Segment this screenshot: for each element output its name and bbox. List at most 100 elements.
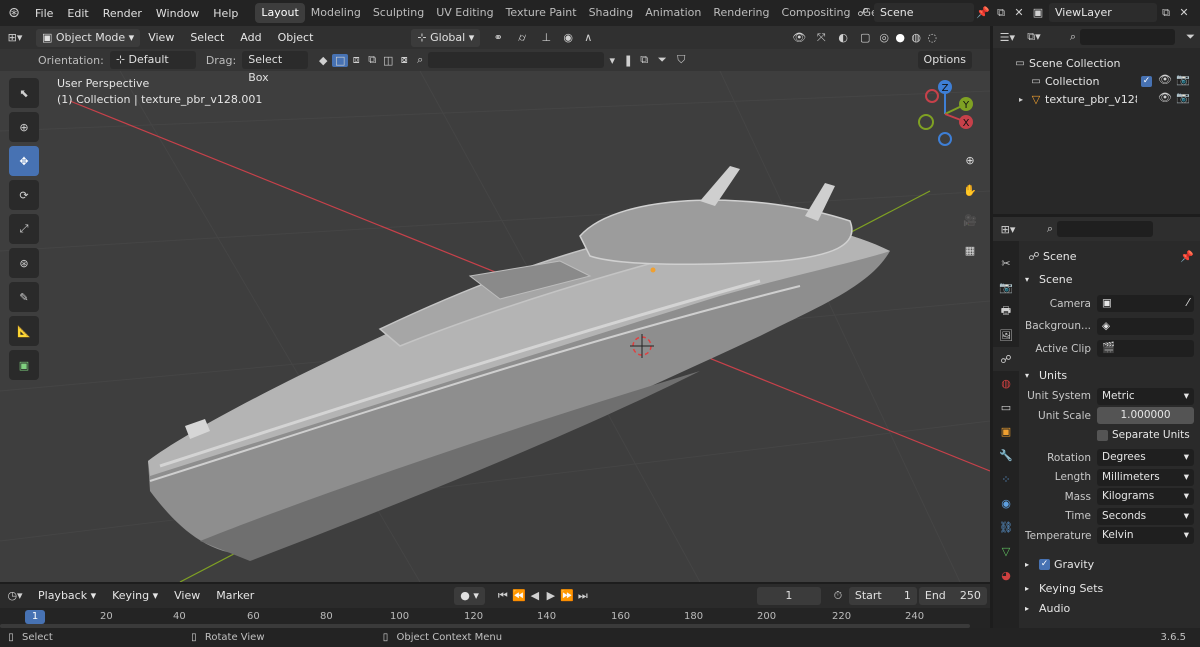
menu-render[interactable]: Render [96,7,149,20]
modifier-tab-icon[interactable]: 🔧 [993,443,1019,467]
viewlayer-icon[interactable]: ▣ [1027,6,1049,19]
transform-orientation[interactable]: ⊹ Global ▾ [411,28,481,47]
rendered-shading-icon[interactable]: ◌ [924,31,940,44]
filter-icon[interactable]: ⏷ [1181,30,1200,44]
new-viewlayer-icon[interactable]: ⧉ [1157,6,1175,20]
cursor-tool-button[interactable]: ⊕ [9,112,39,142]
menu-marker[interactable]: Marker [208,589,262,602]
menu-playback[interactable]: Playback ▾ [30,589,104,602]
tab-sculpting[interactable]: Sculpting [367,3,430,23]
menu-edit[interactable]: Edit [60,7,95,20]
menu-select[interactable]: Select [182,31,232,44]
menu-view[interactable]: View [140,31,182,44]
blender-logo-icon[interactable]: ⊛ [0,5,28,21]
start-frame-field[interactable]: Start 1 [848,586,917,605]
tab-rendering[interactable]: Rendering [707,3,775,23]
snap-icon[interactable]: ⌭ [510,31,534,45]
select-extend-icon[interactable]: ⧈ [348,53,364,67]
select-tool-button[interactable]: ⬉ [9,78,39,108]
camera-render-icon[interactable]: 📷 [1176,73,1190,86]
world-tab-icon[interactable]: ◍ [993,371,1019,395]
shield-icon[interactable]: ⛉ [672,53,690,67]
eye-icon[interactable]: 👁 [1158,73,1172,86]
scene-panel-header[interactable]: ▾ Scene [1025,269,1194,291]
collection-tab-icon[interactable]: ▭ [993,395,1019,419]
time-dropdown[interactable]: Seconds ▾ [1097,507,1194,525]
unit-system-dropdown[interactable]: Metric ▾ [1097,387,1194,405]
bookmark-icon[interactable]: ❚ [620,54,636,67]
rotate-tool-button[interactable]: ⟳ [9,180,39,210]
new-scene-icon[interactable]: ⧉ [992,6,1010,20]
frame-ruler[interactable]: 1 20 40 60 80 100 120 140 160 180 200 22… [0,608,990,628]
snap-target-icon[interactable]: ⊥ [534,31,558,44]
solid-shading-icon[interactable]: ● [892,31,908,44]
gravity-panel-header[interactable]: ▸ ✓ Gravity [1025,554,1194,576]
background-field[interactable]: ◈ [1097,317,1194,335]
overlay-icon[interactable]: ◐ [832,31,854,44]
unit-scale-field[interactable]: 1.000000 [1097,407,1194,425]
end-frame-field[interactable]: End 250 [918,586,987,605]
options-dropdown[interactable]: Options [917,51,972,69]
material-shading-icon[interactable]: ◍ [908,31,924,44]
scene-tab-icon[interactable]: ☍ [993,347,1019,371]
menu-keying[interactable]: Keying ▾ [104,589,166,602]
collection-include-checkbox[interactable]: ✓ [1141,76,1152,87]
display-mode-icon[interactable]: ⧉▾ [1022,30,1047,44]
length-dropdown[interactable]: Millimeters ▾ [1097,468,1194,486]
pin-icon[interactable]: 📌 [974,6,992,19]
outliner-row-object[interactable]: ▸ ▽ texture_pbr_v128.0( 👁 📷 [993,90,1200,108]
editor-type-icon[interactable]: ◷▾ [0,589,30,602]
select-new-icon[interactable]: □ [332,53,349,67]
auto-key-button[interactable]: ● ▾ [454,586,485,605]
material-tab-icon[interactable]: ◕ [993,563,1019,587]
physics-tab-icon[interactable]: ◉ [993,491,1019,515]
jump-end-icon[interactable]: ⏭ [575,589,591,603]
select-intersect-icon[interactable]: ⧇ [396,53,412,67]
properties-search-input[interactable] [1057,221,1153,237]
keying-sets-panel-header[interactable]: ▸ Keying Sets [1025,578,1194,600]
menu-object[interactable]: Object [270,31,322,44]
menu-file[interactable]: File [28,7,60,20]
select-invert-icon[interactable]: ◫ [380,54,396,67]
add-cube-tool-button[interactable]: ▣ [9,350,39,380]
annotate-tool-button[interactable]: ✎ [9,282,39,312]
camera-field[interactable]: ▣ ⁄ [1097,295,1194,313]
select-subtract-icon[interactable]: ⧉ [364,53,380,67]
tab-compositing[interactable]: Compositing [776,3,857,23]
gravity-checkbox[interactable]: ✓ [1039,559,1050,570]
units-panel-header[interactable]: ▾ Units [1025,365,1194,387]
tab-animation[interactable]: Animation [639,3,707,23]
drag-dropdown[interactable]: Select Box [242,51,309,84]
falloff-icon[interactable]: ∧ [578,31,598,44]
render-tab-icon[interactable]: 📷 [993,275,1019,299]
filter-icon[interactable]: ⏷ [652,53,672,67]
editor-type-icon[interactable]: ⊞▾ [0,31,30,44]
menu-view[interactable]: View [166,589,208,602]
move-tool-button[interactable]: ✥ [9,146,39,176]
tab-modeling[interactable]: Modeling [305,3,367,23]
stopwatch-icon[interactable]: ⏱ [827,589,849,603]
scene-icon[interactable]: ☍ [852,6,874,19]
transform-tool-button[interactable]: ⊛ [9,248,39,278]
proportional-edit-icon[interactable]: ◉ [558,31,578,44]
scene-selector[interactable]: Scene [874,3,974,22]
zoom-button[interactable]: ⊕ [958,148,982,172]
3d-viewport[interactable]: ⊞▾ ▣ Object Mode ▾ View Select Add Objec… [0,26,990,582]
expand-arrow-icon[interactable]: ▸ [1015,95,1027,104]
play-reverse-icon[interactable]: ◀ [527,589,543,602]
next-keyframe-icon[interactable]: ⏩ [559,589,575,602]
current-frame-field[interactable]: 1 [756,586,821,605]
measure-tool-button[interactable]: 📐 [9,316,39,346]
separate-units-checkbox[interactable] [1097,429,1108,441]
active-clip-field[interactable]: 🎬 [1097,340,1194,358]
pin-icon[interactable]: 📌 [1180,250,1194,263]
eye-icon[interactable]: 👁 [1158,91,1172,104]
object-tab-icon[interactable]: ▣ [993,419,1019,443]
camera-render-icon[interactable]: 📷 [1176,91,1190,104]
mass-dropdown[interactable]: Kilograms ▾ [1097,488,1194,506]
menu-help[interactable]: Help [206,7,245,20]
boat-model[interactable] [148,166,890,561]
outliner-row-collection[interactable]: ▭ Collection ✓ 👁 📷 [993,72,1200,90]
scale-tool-button[interactable]: ⤢ [9,214,39,244]
camera-view-button[interactable]: 🎥 [958,208,982,232]
